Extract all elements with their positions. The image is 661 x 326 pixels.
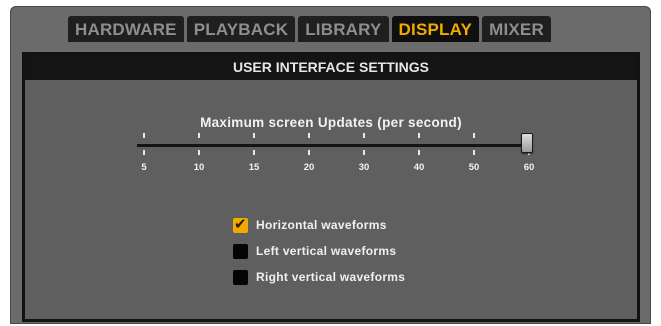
slider-tick-mark [308,150,310,155]
tab-display[interactable]: DISPLAY [391,16,480,42]
tab-hardware[interactable]: HARDWARE [68,16,184,42]
slider-tick-label: 50 [468,162,480,173]
waveform-options: Horizontal waveforms Left vertical wavef… [233,212,405,290]
slider-tick-mark [473,133,475,138]
slider-tick-label: 30 [358,162,370,173]
horizontal-waveforms-checkbox[interactable] [233,215,248,233]
slider-tick-mark [143,150,145,155]
slider-tick-label: 40 [413,162,425,173]
preferences-tabs: HARDWARE PLAYBACK LIBRARY DISPLAY MIXER [68,16,551,42]
tab-mixer[interactable]: MIXER [482,16,551,42]
slider-track[interactable] [137,144,533,147]
slider-tick-mark [473,150,475,155]
slider-tick-mark [198,133,200,138]
left-vertical-waveforms-label: Left vertical waveforms [256,244,397,258]
slider-tick-label: 5 [141,162,147,173]
right-vertical-waveforms-checkbox[interactable] [233,269,248,285]
horizontal-waveforms-label: Horizontal waveforms [256,218,387,232]
slider-tick-mark [418,150,420,155]
slider-tick-mark [418,133,420,138]
tab-playback[interactable]: PLAYBACK [186,16,296,42]
slider-tick-label: 20 [303,162,315,173]
slider-tick-mark [198,150,200,155]
slider-tick-label: 10 [193,162,205,173]
horizontal-waveforms-option[interactable]: Horizontal waveforms [233,212,405,238]
slider-tick-mark [143,133,145,138]
left-vertical-waveforms-option[interactable]: Left vertical waveforms [233,238,405,264]
left-vertical-waveforms-checkbox[interactable] [233,243,248,259]
slider-tick-mark [253,150,255,155]
slider-tick-label: 60 [523,162,535,173]
right-vertical-waveforms-label: Right vertical waveforms [256,270,406,284]
slider-tick-label: 15 [248,162,260,173]
slider-tick-mark [363,133,365,138]
right-vertical-waveforms-option[interactable]: Right vertical waveforms [233,264,405,290]
slider-tick-mark [308,133,310,138]
user-interface-settings-panel: USER INTERFACE SETTINGS Maximum screen U… [22,52,640,322]
slider-tick-mark [363,150,365,155]
tab-library[interactable]: LIBRARY [298,16,389,42]
slider-tick-mark [253,133,255,138]
slider-thumb[interactable] [521,133,533,153]
